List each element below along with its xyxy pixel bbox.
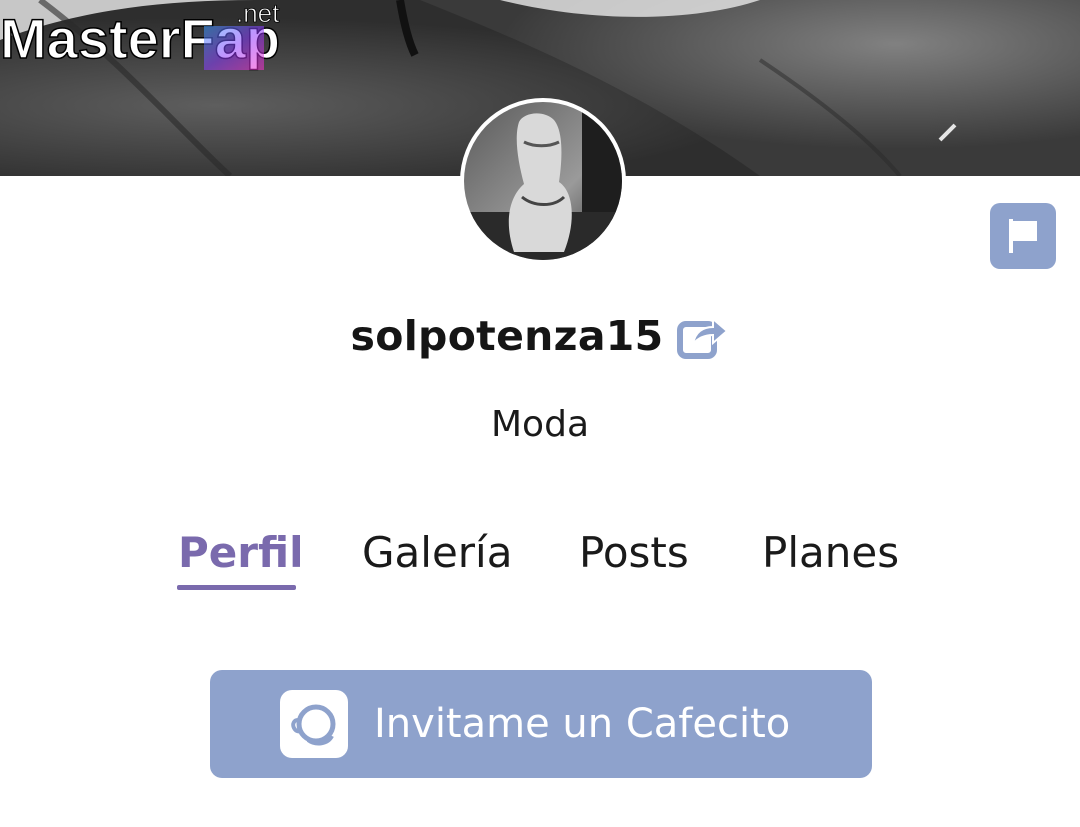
- tab-posts[interactable]: Posts: [579, 526, 689, 580]
- tab-perfil[interactable]: Perfil: [178, 526, 304, 580]
- tab-galeria[interactable]: Galería: [362, 526, 512, 580]
- profile-avatar[interactable]: [460, 98, 626, 264]
- watermark-logo: MasterFap .net: [0, 0, 281, 71]
- watermark-tld: .net: [236, 0, 280, 28]
- share-icon[interactable]: [677, 312, 729, 360]
- cafecito-logo-icon: [280, 690, 348, 758]
- avatar-photo: [464, 102, 622, 260]
- cafecito-label: Invitame un Cafecito: [374, 701, 791, 747]
- tab-planes[interactable]: Planes: [762, 526, 899, 580]
- profile-category: Moda: [491, 404, 589, 445]
- username: solpotenza15: [350, 312, 664, 360]
- flag-icon: [1009, 219, 1037, 253]
- report-button[interactable]: [990, 203, 1056, 269]
- username-row: solpotenza15: [0, 312, 1080, 360]
- active-tab-indicator: [177, 585, 296, 590]
- profile-tabs: Perfil Galería Posts Planes: [0, 526, 1080, 596]
- cafecito-button[interactable]: Invitame un Cafecito: [210, 670, 872, 778]
